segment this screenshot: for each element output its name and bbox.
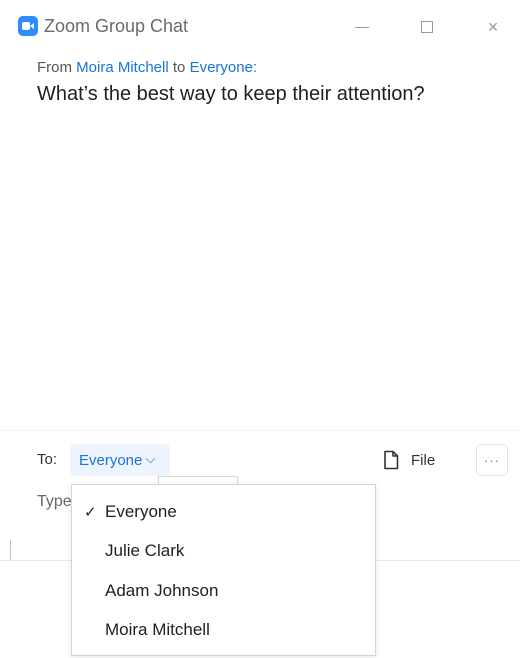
window-title: Zoom Group Chat (44, 16, 189, 36)
more-options-button[interactable]: ··· (476, 444, 508, 476)
chat-window: Zoom Group Chat × From Moira Mitchell to… (0, 0, 520, 658)
from-prefix: From (37, 59, 72, 76)
divider (10, 540, 11, 560)
menu-item-label: Adam Johnson (105, 580, 219, 600)
compose-divider (0, 430, 520, 431)
menu-item-label: Moira Mitchell (105, 620, 210, 640)
to-word: to (172, 59, 186, 76)
close-icon: × (487, 16, 499, 37)
recipient-select-value: Everyone (79, 451, 143, 469)
maximize-button[interactable] (410, 10, 444, 44)
more-icon: ··· (484, 452, 500, 468)
menu-item-label: Everyone (105, 501, 177, 521)
to-label: To: (37, 451, 58, 468)
chat-message: From Moira Mitchell to Everyone: What’s … (37, 58, 507, 108)
message-text: What’s the best way to keep their attent… (37, 83, 425, 105)
menu-item-label: Julie Clark (105, 541, 185, 561)
menu-item-moira-mitchell[interactable]: Moira Mitchell (72, 611, 375, 651)
menu-item-everyone[interactable]: ✓ Everyone (72, 492, 375, 532)
maximize-icon (421, 21, 433, 33)
minimize-button[interactable] (345, 10, 379, 44)
file-icon (384, 450, 399, 470)
message-meta: From Moira Mitchell to Everyone: (37, 58, 507, 78)
title-bar: Zoom Group Chat × (0, 0, 520, 56)
menu-item-julie-clark[interactable]: Julie Clark (72, 532, 375, 572)
chevron-down-icon (145, 453, 156, 463)
checkmark-icon: ✓ (84, 503, 97, 521)
file-button[interactable]: File (383, 446, 435, 474)
file-button-label: File (411, 451, 436, 469)
menu-item-adam-johnson[interactable]: Adam Johnson (72, 571, 375, 611)
close-button[interactable]: × (476, 10, 510, 44)
zoom-camera-icon (18, 16, 38, 36)
recipient-select[interactable]: Everyone (70, 444, 170, 476)
minimize-icon (355, 26, 369, 28)
recipient-dropdown-menu: ✓ Everyone Julie Clark Adam Johnson Moir… (71, 484, 376, 656)
sender-name[interactable]: Moira Mitchell (76, 59, 169, 76)
message-recipient[interactable]: Everyone: (190, 59, 258, 76)
